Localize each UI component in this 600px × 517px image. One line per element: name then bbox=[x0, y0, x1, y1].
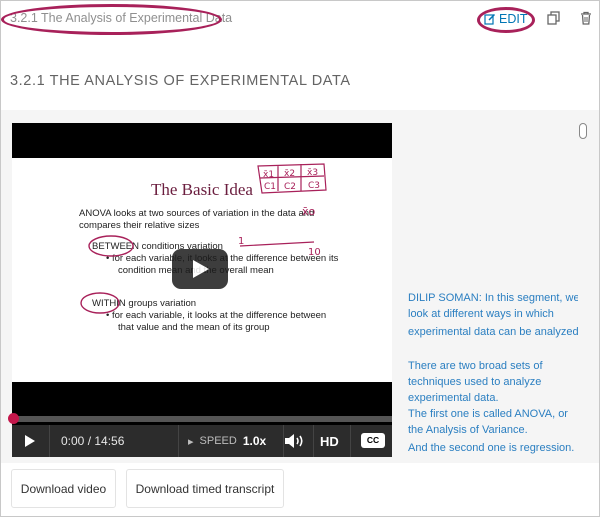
transcript-line[interactable]: experimental data can be analyzed. bbox=[408, 324, 578, 340]
video-controls: 0:00 / 14:56 ▸ SPEED 1.0x HD CC bbox=[12, 425, 392, 457]
progress-handle[interactable] bbox=[8, 413, 19, 424]
annotation-c1: C1 bbox=[264, 182, 276, 192]
edit-button[interactable]: EDIT bbox=[477, 7, 535, 33]
between-circle bbox=[88, 235, 134, 257]
annotation-x3: x̄3 bbox=[307, 168, 318, 178]
within-circle bbox=[80, 292, 120, 314]
control-divider bbox=[350, 425, 351, 457]
play-icon bbox=[25, 435, 35, 447]
control-divider bbox=[178, 425, 179, 457]
volume-button[interactable] bbox=[284, 425, 306, 457]
transcript-line[interactable]: DILIP SOMAN: In this segment, we look at… bbox=[408, 290, 578, 322]
download-video-button[interactable]: Download video bbox=[11, 469, 116, 508]
duplicate-icon[interactable] bbox=[546, 10, 562, 26]
transcript-line[interactable]: And the second one is regression. bbox=[408, 440, 578, 456]
speed-arrow-icon: ▸ bbox=[188, 435, 194, 448]
speed-value: 1.0x bbox=[242, 434, 267, 448]
annotation-c3: C3 bbox=[308, 181, 320, 191]
unit-container: 3.2.1 The Analysis of Experimental Data … bbox=[0, 0, 600, 517]
cc-button[interactable]: CC bbox=[361, 433, 385, 448]
control-divider bbox=[313, 425, 314, 457]
time-display: 0:00 / 14:56 bbox=[61, 434, 125, 448]
transcript-line[interactable]: The first one is called ANOVA, or the An… bbox=[408, 406, 578, 438]
speed-button[interactable]: ▸ SPEED 1.0x bbox=[188, 425, 266, 457]
pencil-icon bbox=[484, 13, 496, 25]
transcript-line[interactable]: There are two broad sets of techniques u… bbox=[408, 358, 578, 406]
annotation-1: 1 bbox=[238, 236, 244, 247]
annotation-10: 10 bbox=[308, 247, 321, 258]
play-overlay-button[interactable] bbox=[172, 249, 228, 289]
annotation-c2: C2 bbox=[284, 182, 296, 192]
annotation-xo: x̄o bbox=[302, 205, 316, 218]
progress-bar[interactable] bbox=[8, 413, 392, 424]
edit-label: EDIT bbox=[499, 12, 528, 26]
play-button[interactable] bbox=[24, 425, 36, 457]
hd-button[interactable]: HD bbox=[320, 425, 339, 457]
annotation-x1: x̄1 bbox=[263, 170, 274, 180]
transcript-scrollbar[interactable] bbox=[579, 122, 587, 458]
unit-header: 3.2.1 The Analysis of Experimental Data … bbox=[1, 1, 599, 39]
video-player[interactable]: The Basic Idea ANOVA looks at two source… bbox=[8, 123, 392, 457]
volume-icon bbox=[285, 434, 303, 448]
title-highlight-circle bbox=[1, 4, 222, 35]
video-frame[interactable]: The Basic Idea ANOVA looks at two source… bbox=[12, 158, 392, 382]
scroll-thumb[interactable] bbox=[579, 123, 587, 139]
annotation-x2: x̄2 bbox=[284, 169, 295, 179]
transcript-panel[interactable]: DILIP SOMAN: In this segment, we look at… bbox=[398, 116, 578, 458]
download-transcript-button[interactable]: Download timed transcript bbox=[126, 469, 284, 508]
range-line bbox=[239, 241, 315, 247]
control-divider bbox=[49, 425, 50, 457]
speed-label: SPEED bbox=[199, 435, 237, 447]
section-heading: 3.2.1 THE ANALYSIS OF EXPERIMENTAL DATA bbox=[10, 73, 351, 89]
trash-icon[interactable] bbox=[578, 10, 594, 26]
